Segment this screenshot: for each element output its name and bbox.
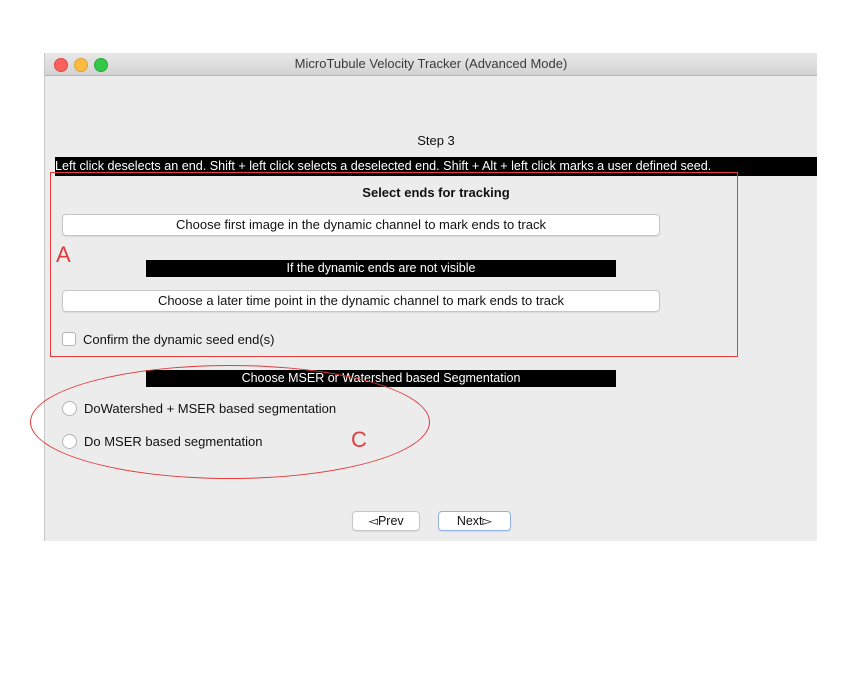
next-button[interactable]: Next▻ <box>438 511 511 531</box>
choose-later-timepoint-button[interactable]: Choose a later time point in the dynamic… <box>62 290 660 312</box>
mser-radio[interactable] <box>62 433 77 449</box>
title-bar[interactable]: MicroTubule Velocity Tracker (Advanced M… <box>45 53 817 76</box>
annotation-label-a: A <box>56 242 71 267</box>
watershed-mser-label: DoWatershed + MSER based segmentation <box>84 400 337 416</box>
prev-button[interactable]: ◅Prev <box>352 511 420 531</box>
window-title: MicroTubule Velocity Tracker (Advanced M… <box>294 56 568 71</box>
watershed-mser-option[interactable]: DoWatershed + MSER based segmentation <box>62 400 336 416</box>
app-window: MicroTubule Velocity Tracker (Advanced M… <box>44 53 817 541</box>
confirm-seed-ends-checkbox[interactable] <box>62 332 76 346</box>
confirm-seed-ends-option[interactable]: Confirm the dynamic seed end(s) <box>62 331 274 347</box>
mser-label: Do MSER based segmentation <box>84 433 263 449</box>
confirm-seed-ends-label: Confirm the dynamic seed end(s) <box>83 331 275 347</box>
annotation-label-c: C <box>351 427 367 452</box>
segmentation-header: Choose MSER or Watershed based Segmentat… <box>146 370 616 387</box>
step-label: Step 3 <box>417 133 455 148</box>
watershed-mser-radio[interactable] <box>62 400 77 416</box>
instruction-banner: Left click deselects an end. Shift + lef… <box>55 157 817 176</box>
mser-option[interactable]: Do MSER based segmentation <box>62 433 262 449</box>
ends-not-visible-header: If the dynamic ends are not visible <box>146 260 616 277</box>
choose-first-image-button[interactable]: Choose first image in the dynamic channe… <box>62 214 660 236</box>
select-ends-title: Select ends for tracking <box>362 185 510 200</box>
